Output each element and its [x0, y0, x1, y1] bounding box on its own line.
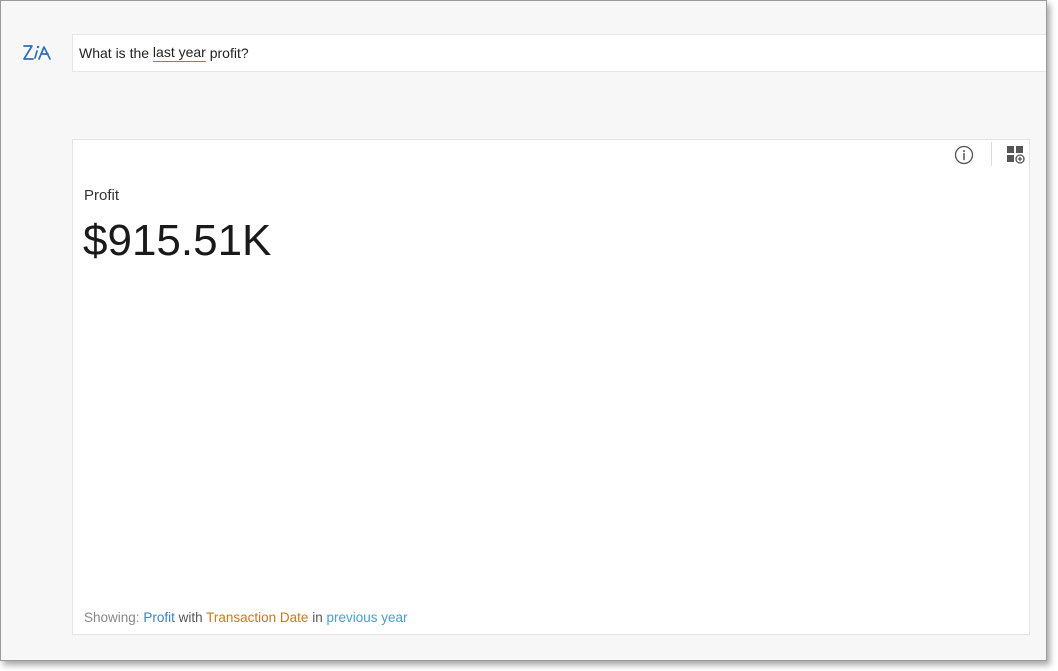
- metric-value: $915.51K: [83, 216, 272, 265]
- showing-summary: Showing: Profit with Transaction Date in…: [84, 610, 408, 625]
- toolbar-divider: [991, 142, 992, 166]
- query-highlighted-term[interactable]: last year: [152, 44, 206, 62]
- app-window: What is the last year profit? Profit $91…: [0, 0, 1047, 661]
- measure-link[interactable]: Profit: [143, 610, 175, 625]
- period-link[interactable]: previous year: [326, 610, 407, 625]
- metric-label: Profit: [84, 187, 120, 204]
- result-card: Profit $915.51K Showing: Profit with Tra…: [72, 139, 1030, 635]
- query-prefix: What is the: [79, 45, 153, 61]
- add-widget-icon[interactable]: [1007, 146, 1025, 164]
- dimension-link[interactable]: Transaction Date: [206, 610, 308, 625]
- info-icon[interactable]: [954, 145, 974, 165]
- zia-logo-icon: [21, 41, 53, 65]
- with-word: with: [178, 610, 203, 625]
- showing-label: Showing:: [84, 610, 140, 625]
- in-word: in: [312, 610, 323, 625]
- query-input[interactable]: What is the last year profit?: [72, 34, 1046, 72]
- query-suffix: profit?: [205, 45, 249, 61]
